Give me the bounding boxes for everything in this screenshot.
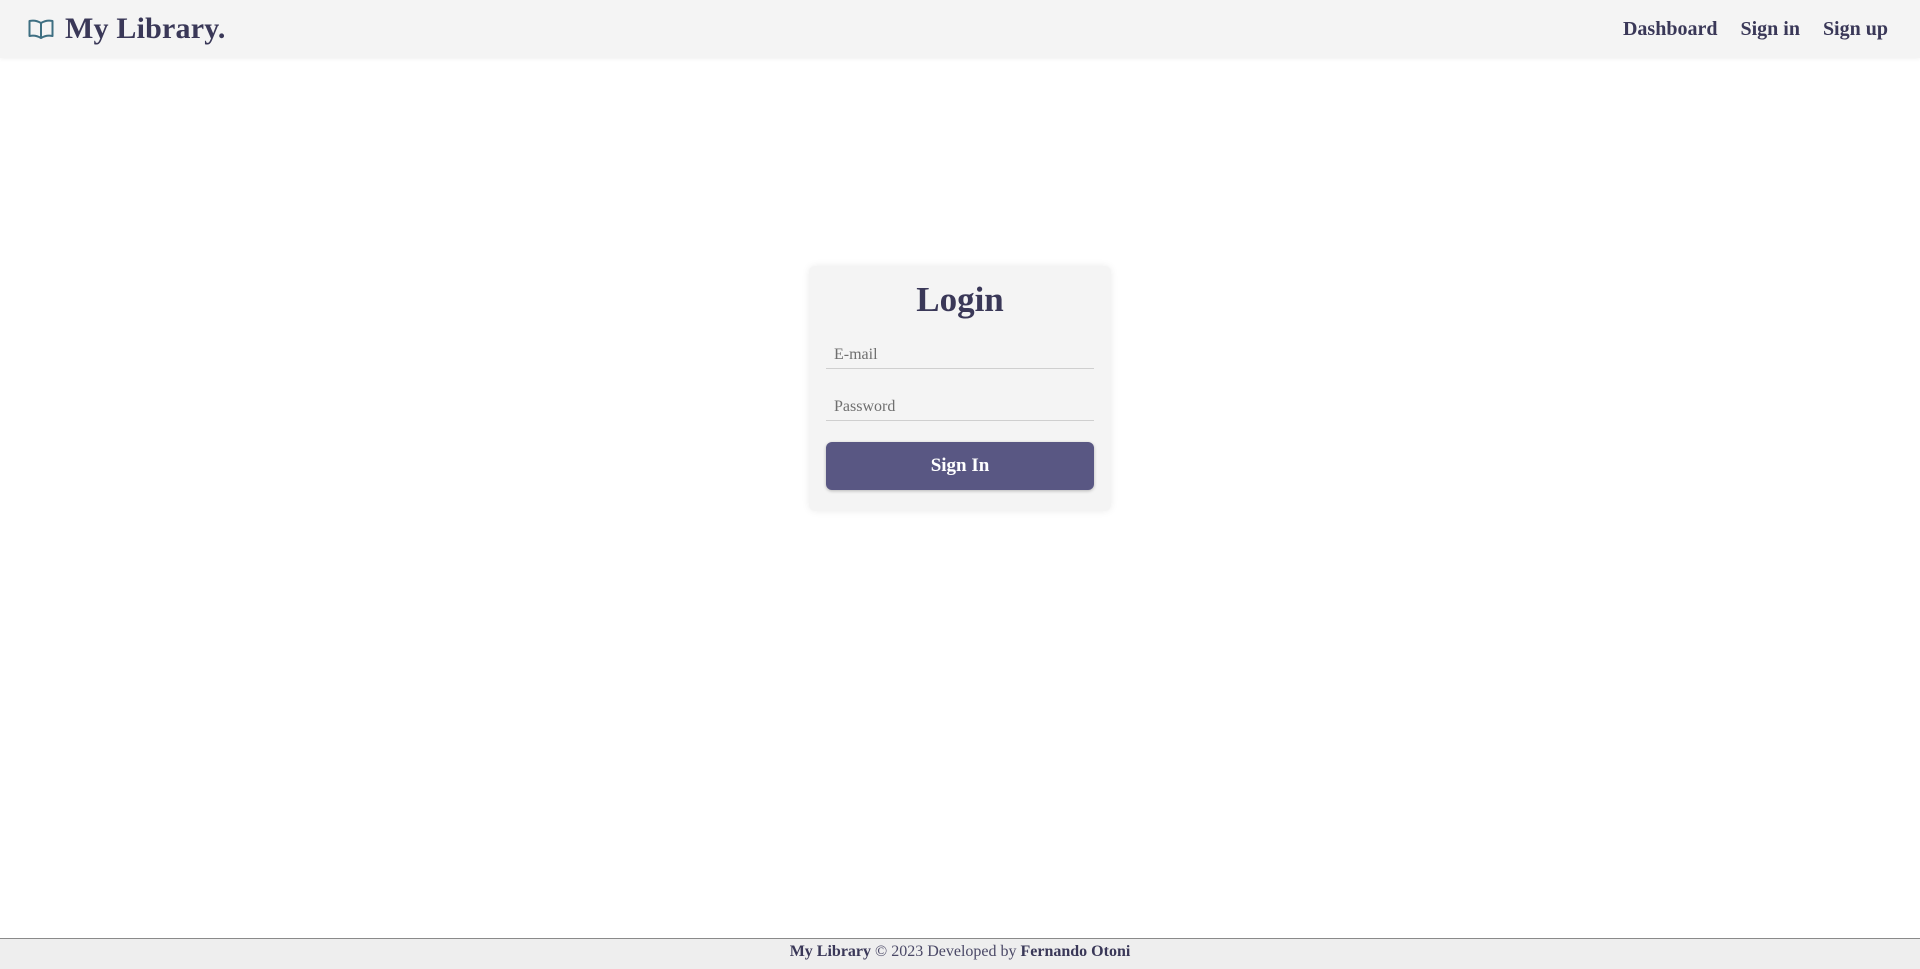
open-book-icon	[28, 19, 54, 39]
login-card: Login Sign In	[809, 266, 1111, 511]
main-nav: Dashboard Sign in Sign up	[1623, 18, 1888, 41]
nav-dashboard[interactable]: Dashboard	[1623, 18, 1717, 41]
brand-title: My Library.	[65, 12, 226, 45]
footer-author: Fernando Otoni	[1020, 943, 1131, 960]
login-title: Login	[916, 280, 1004, 319]
email-field[interactable]	[826, 335, 1094, 369]
page-footer: My Library © 2023 Developed by Fernando …	[0, 938, 1920, 969]
password-field[interactable]	[826, 387, 1094, 421]
nav-sign-in[interactable]: Sign in	[1740, 18, 1799, 41]
nav-sign-up[interactable]: Sign up	[1823, 18, 1888, 41]
sign-in-button[interactable]: Sign In	[826, 442, 1094, 490]
brand-link[interactable]: My Library.	[28, 12, 226, 46]
top-navbar: My Library. Dashboard Sign in Sign up	[0, 0, 1920, 58]
footer-app-name: My Library	[789, 943, 872, 960]
footer-copyright: © 2023 Developed by	[871, 943, 1021, 960]
